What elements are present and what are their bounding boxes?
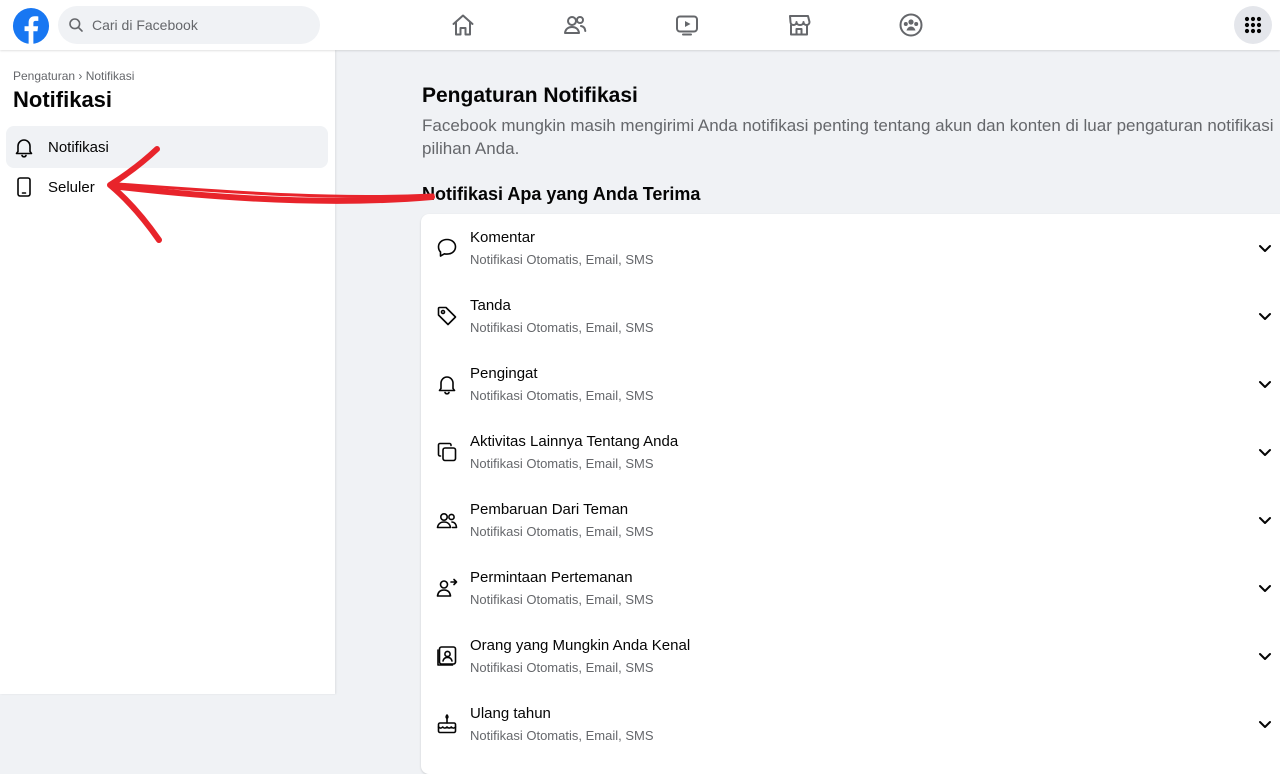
row-title: Pengingat (470, 365, 538, 382)
mobile-phone-icon (17, 177, 31, 197)
row-subtitle: Notifikasi Otomatis, Email, SMS (470, 456, 654, 471)
breadcrumb[interactable]: Pengaturan › Notifikasi (13, 69, 134, 83)
sidebar-item-label: Notifikasi (48, 138, 109, 156)
row-subtitle: Notifikasi Otomatis, Email, SMS (470, 524, 654, 539)
video-play-icon (676, 15, 698, 36)
notification-row-tanda[interactable]: Tanda Notifikasi Otomatis, Email, SMS (421, 282, 1280, 350)
nav-groups-button[interactable] (856, 0, 966, 50)
row-subtitle: Notifikasi Otomatis, Email, SMS (470, 592, 654, 607)
chevron-down-icon[interactable] (1257, 240, 1273, 256)
page-description: Facebook mungkin masih mengirimi Anda no… (422, 116, 1274, 158)
chevron-down-icon[interactable] (1257, 648, 1273, 664)
top-navigation-bar (0, 0, 1280, 50)
tag-icon (437, 306, 457, 326)
grid-menu-icon (1244, 16, 1262, 34)
friends-icon (564, 16, 587, 34)
sidebar-item-seluler[interactable]: Seluler (6, 166, 328, 208)
sidebar-item-notifikasi[interactable]: Notifikasi (6, 126, 328, 168)
nav-friends-button[interactable] (520, 0, 630, 50)
nav-watch-button[interactable] (632, 0, 742, 50)
notification-row-ulang-tahun[interactable]: Ulang tahun Notifikasi Otomatis, Email, … (421, 690, 1280, 758)
settings-sidebar: Pengaturan › Notifikasi Notifikasi Notif… (0, 50, 335, 694)
row-subtitle: Notifikasi Otomatis, Email, SMS (470, 252, 654, 267)
bell-icon (438, 376, 456, 395)
row-title: Permintaan Pertemanan (470, 569, 633, 586)
search-icon (69, 18, 83, 32)
notification-row-komentar[interactable]: Komentar Notifikasi Otomatis, Email, SMS (421, 214, 1280, 282)
section-title: Notifikasi Apa yang Anda Terima (422, 184, 701, 204)
contact-card-icon (437, 646, 457, 666)
page-title: Pengaturan Notifikasi (422, 84, 638, 107)
chevron-down-icon[interactable] (1257, 580, 1273, 596)
chevron-down-icon[interactable] (1257, 512, 1273, 528)
sidebar-title: Notifikasi (13, 87, 113, 112)
row-subtitle: Notifikasi Otomatis, Email, SMS (470, 728, 654, 743)
notification-types-card: Komentar Notifikasi Otomatis, Email, SMS… (421, 214, 1280, 774)
row-title: Aktivitas Lainnya Tentang Anda (470, 433, 679, 450)
person-arrow-icon (436, 578, 458, 597)
row-title: Ulang tahun (470, 705, 551, 722)
comment-icon (437, 238, 457, 257)
row-title: Tanda (470, 297, 511, 314)
search-input[interactable] (90, 16, 314, 34)
notification-row-aktivitas[interactable]: Aktivitas Lainnya Tentang Anda Notifikas… (421, 418, 1280, 486)
friends-icon (436, 513, 458, 529)
groups-icon (899, 13, 923, 37)
notification-row-permintaan-pertemanan[interactable]: Permintaan Pertemanan Notifikasi Otomati… (421, 554, 1280, 622)
sidebar-item-label: Seluler (48, 178, 95, 196)
row-subtitle: Notifikasi Otomatis, Email, SMS (470, 320, 654, 335)
facebook-logo-icon[interactable] (12, 7, 50, 45)
chevron-down-icon[interactable] (1257, 444, 1273, 460)
row-subtitle: Notifikasi Otomatis, Email, SMS (470, 660, 654, 675)
marketplace-store-icon (789, 15, 811, 36)
chevron-down-icon[interactable] (1257, 308, 1273, 324)
bell-icon (15, 139, 33, 158)
stacked-squares-icon (437, 442, 457, 462)
row-title: Komentar (470, 229, 536, 246)
row-title: Orang yang Mungkin Anda Kenal (470, 637, 691, 654)
notification-row-orang-dikenal[interactable]: Orang yang Mungkin Anda Kenal Notifikasi… (421, 622, 1280, 690)
nav-home-button[interactable] (408, 0, 518, 50)
menu-grid-button[interactable] (1234, 6, 1272, 44)
chevron-down-icon[interactable] (1257, 716, 1273, 732)
row-title: Pembaruan Dari Teman (470, 501, 629, 518)
notification-row-pengingat[interactable]: Pengingat Notifikasi Otomatis, Email, SM… (421, 350, 1280, 418)
home-icon (452, 14, 474, 36)
row-subtitle: Notifikasi Otomatis, Email, SMS (470, 388, 654, 403)
chevron-down-icon[interactable] (1257, 376, 1273, 392)
nav-marketplace-button[interactable] (744, 0, 854, 50)
birthday-cake-icon (437, 714, 457, 734)
search-box[interactable] (58, 6, 320, 44)
notification-row-pembaruan-teman[interactable]: Pembaruan Dari Teman Notifikasi Otomatis… (421, 486, 1280, 554)
